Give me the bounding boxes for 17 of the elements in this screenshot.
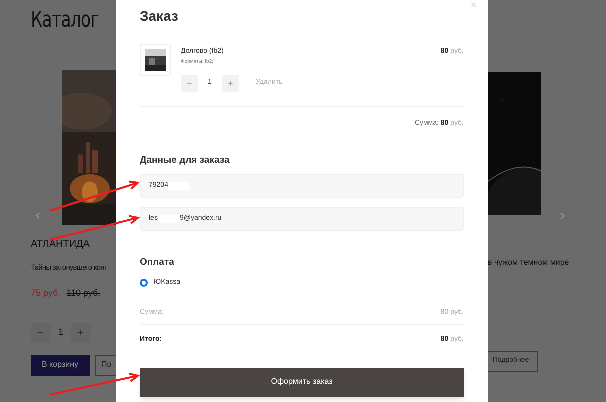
increase-button[interactable] [71, 322, 91, 343]
section-title: Оплата [140, 256, 176, 270]
increase-button[interactable] [222, 75, 239, 92]
price: 75 руб. [31, 287, 61, 300]
submit-button[interactable]: Оформить заказ [140, 368, 464, 396]
close-icon[interactable] [470, 1, 478, 9]
old-price: 110 руб. [66, 287, 101, 300]
plus-icon [227, 80, 234, 87]
quantity: 1 [57, 326, 64, 339]
section-title: Данные для заказа [140, 154, 231, 168]
minus-icon [186, 80, 193, 87]
add-to-cart-button[interactable]: В корзину [31, 354, 90, 376]
modal-title: Заказ [140, 7, 180, 26]
plus-icon [77, 328, 85, 337]
book-title: АТЛАНТИДА [31, 238, 91, 252]
radio-button[interactable] [140, 279, 148, 288]
book-description: в чужом темном мире [488, 257, 570, 269]
